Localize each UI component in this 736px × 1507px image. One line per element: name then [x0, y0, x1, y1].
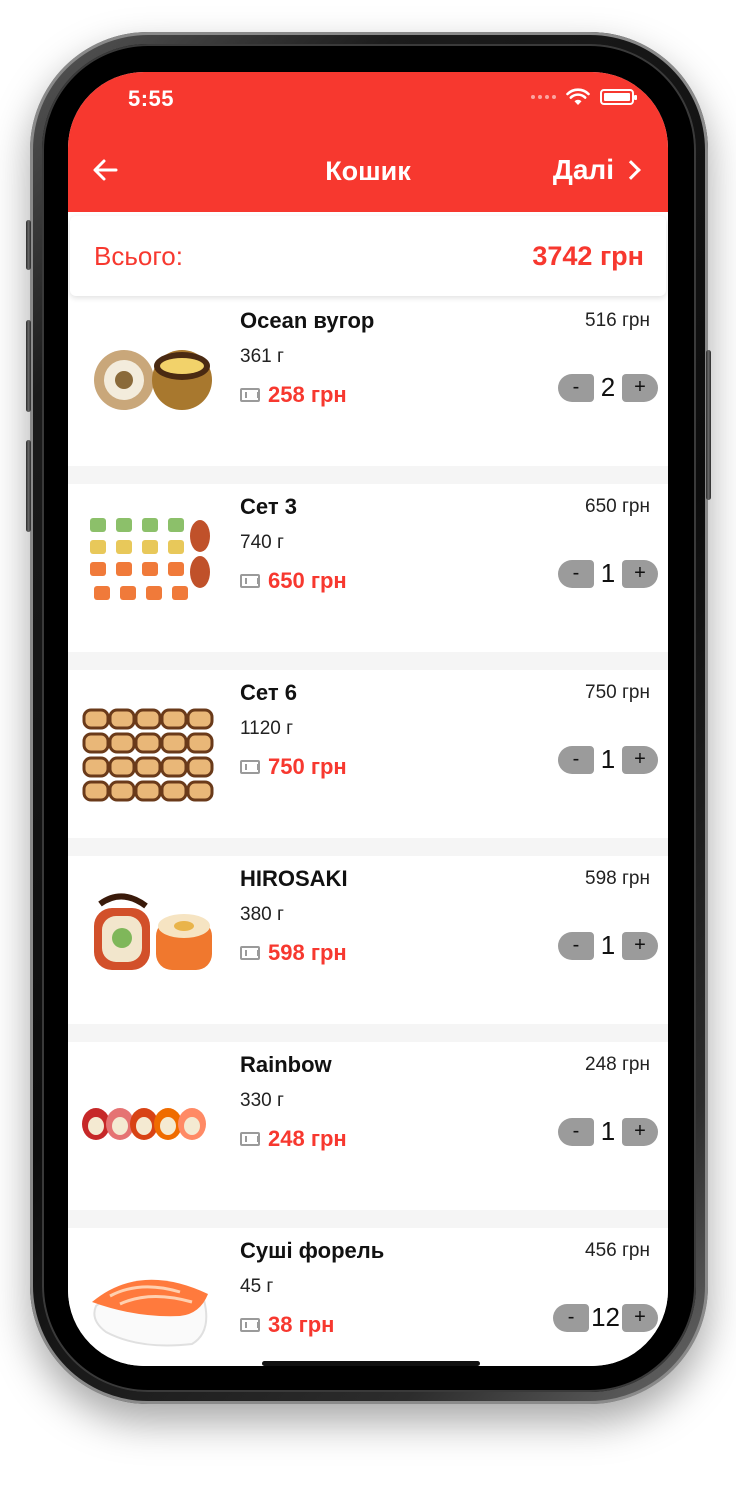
unit-price: 598 грн — [268, 940, 347, 965]
item-separator — [68, 1024, 668, 1042]
unit-price-row: 750 грн — [240, 754, 347, 780]
cart-item: Суші форель 45 г 38 грн 456 грн - 12 + — [68, 1228, 668, 1366]
item-separator — [68, 1210, 668, 1228]
signal-icon — [531, 95, 556, 99]
product-weight: 740 г — [240, 532, 284, 553]
quantity-value: 1 — [600, 744, 616, 774]
next-button[interactable]: Далі — [552, 154, 641, 186]
cart-total-bar: Всього: 3742 грн — [70, 216, 666, 296]
product-name: Ocean вугор — [240, 308, 375, 333]
banknote-icon — [240, 1318, 260, 1332]
quantity-stepper: - 12 + — [553, 1302, 658, 1333]
unit-price-row: 650 грн — [240, 568, 347, 594]
app-header: 5:55 Кошик Далі — [68, 72, 668, 212]
banknote-icon — [240, 946, 260, 960]
unit-price-row: 248 грн — [240, 1126, 347, 1152]
unit-price: 258 грн — [268, 382, 347, 407]
banknote-icon — [240, 388, 260, 402]
product-image — [80, 496, 220, 636]
status-time: 5:55 — [128, 86, 175, 111]
increase-button[interactable]: + — [622, 931, 658, 960]
product-image — [80, 1240, 220, 1366]
unit-price-row: 258 грн — [240, 382, 347, 408]
product-name: Rainbow — [240, 1052, 332, 1077]
item-separator — [68, 838, 668, 856]
quantity-value: 12 — [591, 1302, 620, 1332]
quantity-stepper: - 1 + — [558, 558, 658, 589]
product-weight: 361 г — [240, 346, 284, 367]
product-weight: 330 г — [240, 1090, 284, 1111]
increase-button[interactable]: + — [622, 1117, 658, 1146]
cart-item: HIROSAKI 380 г 598 грн 598 грн - 1 + — [68, 856, 668, 1024]
unit-price-row: 598 грн — [240, 940, 347, 966]
quantity-value: 1 — [600, 930, 616, 960]
quantity-stepper: - 1 + — [558, 1116, 658, 1147]
banknote-icon — [240, 760, 260, 774]
product-weight: 1120 г — [240, 718, 294, 739]
battery-icon — [600, 89, 637, 105]
cart-list[interactable]: Ocean вугор 361 г 258 грн 516 грн - 2 + — [68, 298, 668, 1366]
product-image — [80, 310, 220, 450]
cart-item: Ocean вугор 361 г 258 грн 516 грн - 2 + — [68, 298, 668, 466]
total-value: 3742 грн — [532, 240, 644, 271]
item-separator — [68, 652, 668, 670]
product-weight: 380 г — [240, 904, 284, 925]
product-name: Суші форель — [240, 1238, 385, 1263]
line-total: 650 грн — [585, 496, 650, 517]
app-screen: 5:55 Кошик Далі Всього: 3742 грн Ocean в… — [68, 72, 668, 1366]
banknote-icon — [240, 1132, 260, 1146]
line-total: 248 грн — [585, 1054, 650, 1075]
product-name: Сет 3 — [240, 494, 297, 519]
product-weight: 45 г — [240, 1276, 274, 1297]
total-label: Всього: — [94, 240, 183, 271]
status-icons — [531, 88, 637, 106]
quantity-value: 2 — [600, 372, 616, 402]
home-indicator[interactable] — [262, 1361, 480, 1366]
quantity-stepper: - 1 + — [558, 930, 658, 961]
product-image — [80, 868, 220, 1008]
wifi-icon — [566, 88, 590, 105]
cart-item: Rainbow 330 г 248 грн 248 грн - 1 + — [68, 1042, 668, 1210]
cart-item: Сет 6 1120 г 750 грн 750 грн - 1 + — [68, 670, 668, 838]
decrease-button[interactable]: - — [558, 931, 594, 960]
unit-price: 650 грн — [268, 568, 347, 593]
decrease-button[interactable]: - — [558, 373, 594, 402]
product-image — [80, 682, 220, 822]
cart-item: Сет 3 740 г 650 грн 650 грн - 1 + — [68, 484, 668, 652]
product-name: Сет 6 — [240, 680, 297, 705]
volume-up-button — [26, 320, 31, 412]
decrease-button[interactable]: - — [558, 1117, 594, 1146]
line-total: 516 грн — [585, 310, 650, 331]
increase-button[interactable]: + — [622, 373, 658, 402]
chevron-right-icon — [621, 160, 641, 180]
item-separator — [68, 466, 668, 484]
increase-button[interactable]: + — [622, 559, 658, 588]
product-image — [80, 1054, 220, 1194]
decrease-button[interactable]: - — [558, 745, 594, 774]
next-label: Далі — [552, 154, 614, 185]
banknote-icon — [240, 574, 260, 588]
decrease-button[interactable]: - — [558, 559, 594, 588]
power-button — [706, 350, 711, 500]
quantity-stepper: - 2 + — [558, 372, 658, 403]
unit-price: 248 грн — [268, 1126, 347, 1151]
quantity-value: 1 — [600, 558, 616, 588]
increase-button[interactable]: + — [622, 1303, 658, 1332]
quantity-stepper: - 1 + — [558, 744, 658, 775]
line-total: 598 грн — [585, 868, 650, 889]
line-total: 750 грн — [585, 682, 650, 703]
unit-price: 38 грн — [268, 1312, 335, 1337]
increase-button[interactable]: + — [622, 745, 658, 774]
unit-price: 750 грн — [268, 754, 347, 779]
volume-down-button — [26, 440, 31, 532]
quantity-value: 1 — [600, 1116, 616, 1146]
decrease-button[interactable]: - — [553, 1303, 590, 1332]
line-total: 456 грн — [585, 1240, 650, 1261]
mute-switch — [26, 220, 31, 270]
product-name: HIROSAKI — [240, 866, 348, 891]
unit-price-row: 38 грн — [240, 1312, 334, 1338]
